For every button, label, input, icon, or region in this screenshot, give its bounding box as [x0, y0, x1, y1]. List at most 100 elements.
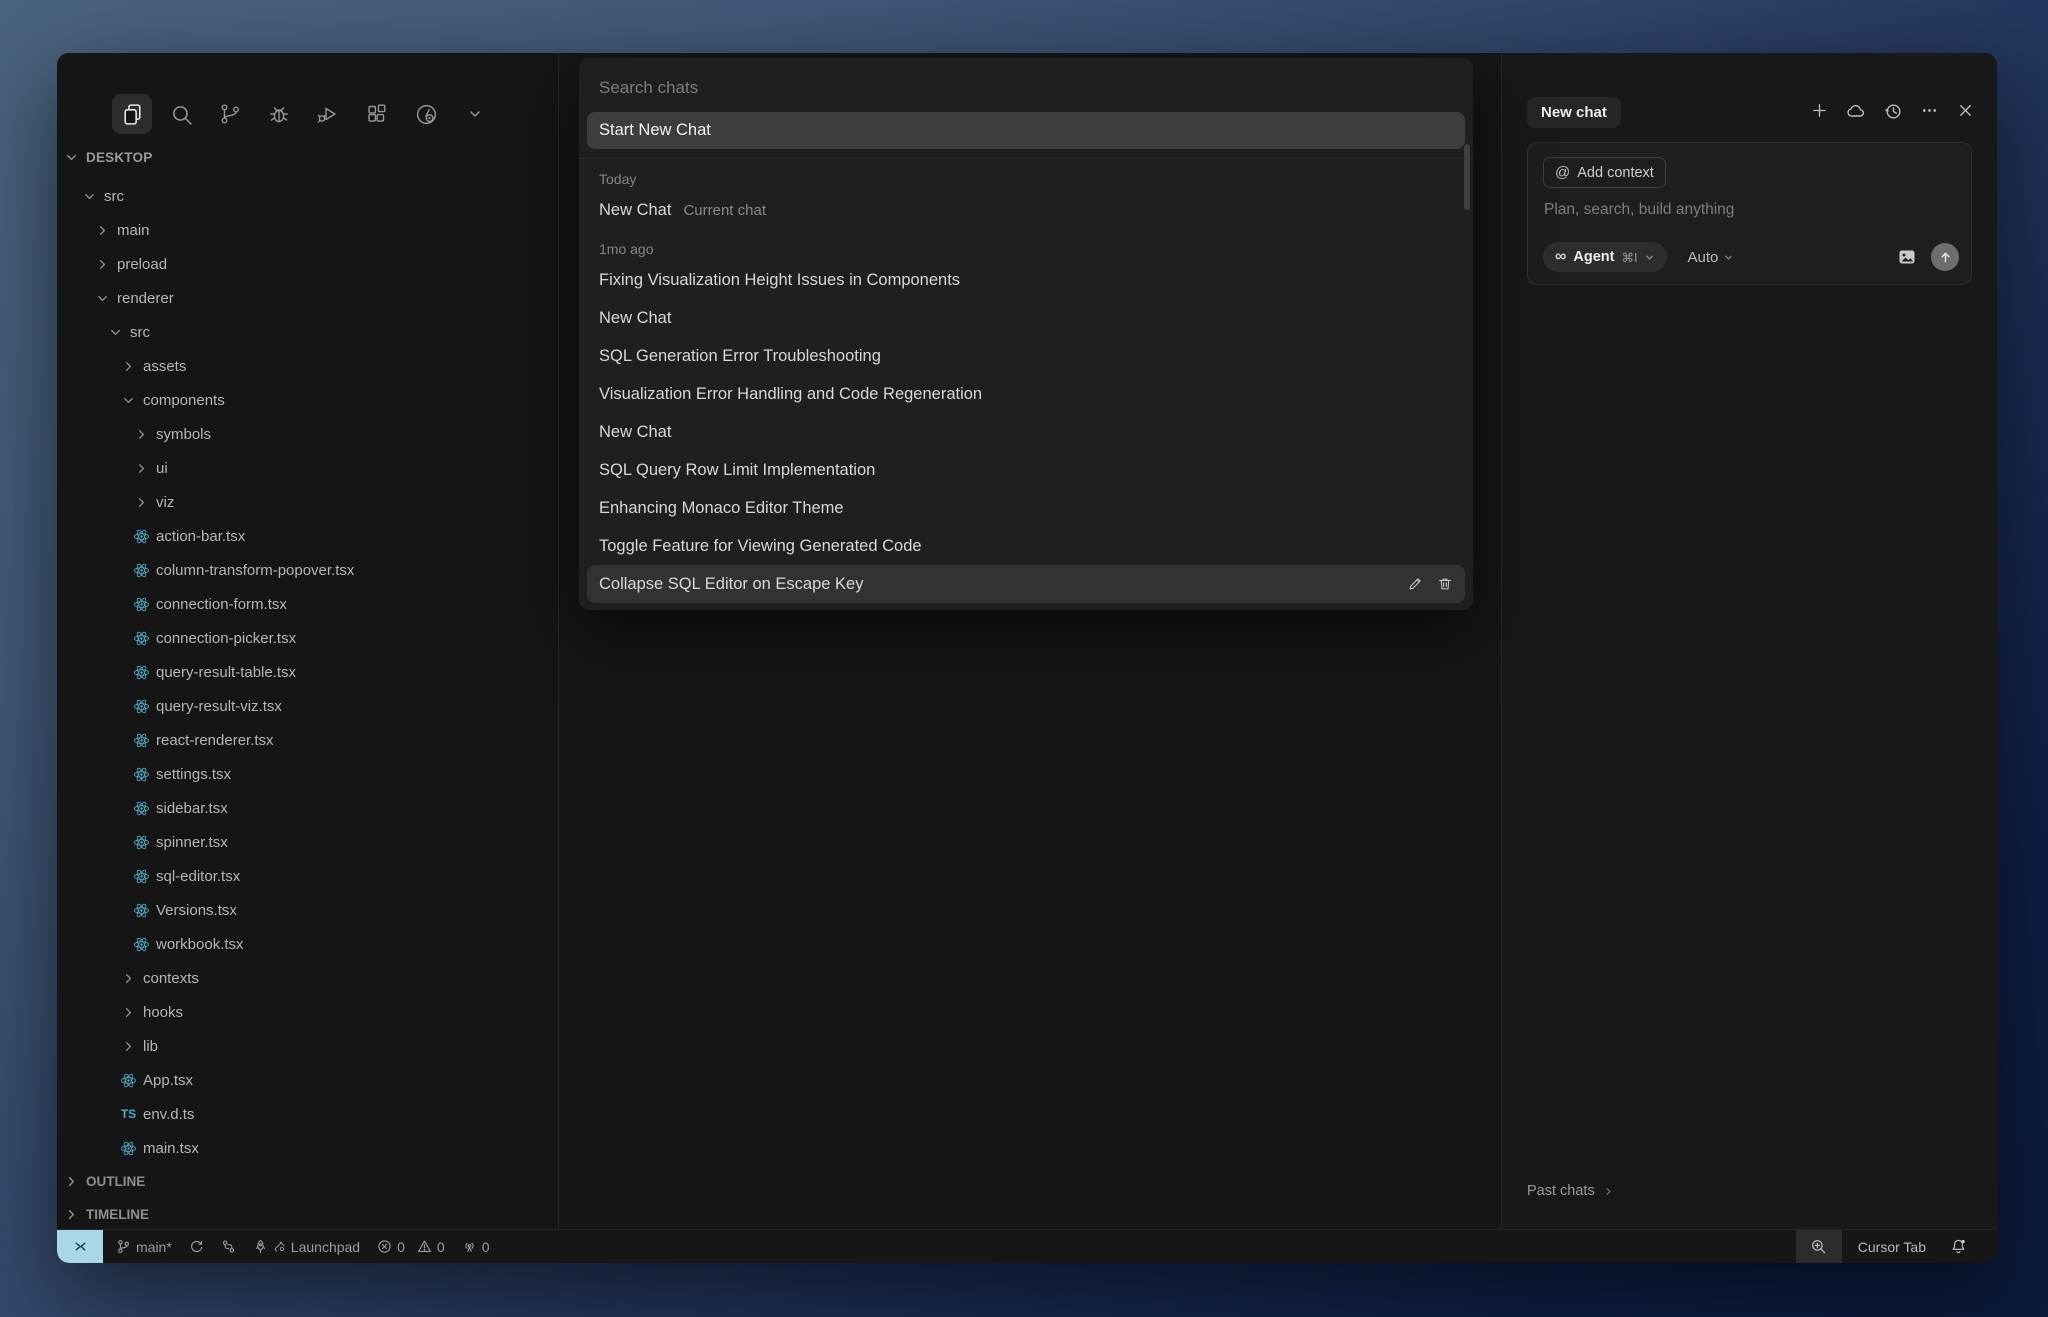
zoom-tool-button[interactable] — [1796, 1230, 1842, 1263]
chevron-right-icon — [63, 1206, 80, 1223]
tree-file-spinner.tsx[interactable]: spinner.tsx — [57, 825, 558, 859]
tree-folder-symbols[interactable]: symbols — [57, 417, 558, 451]
more-views-icon[interactable] — [455, 94, 495, 134]
tree-item-label: main — [117, 222, 150, 239]
tree-folder-preload[interactable]: preload — [57, 247, 558, 281]
tree-item-label: symbols — [156, 426, 211, 443]
tree-folder-main[interactable]: main — [57, 213, 558, 247]
git-branch-status[interactable]: main* — [116, 1239, 172, 1255]
source-control-icon[interactable] — [210, 94, 250, 134]
chat-list-item[interactable]: SQL Query Row Limit Implementation — [587, 451, 1465, 489]
tree-item-label: sidebar.tsx — [156, 800, 228, 817]
run-and-debug-icon[interactable] — [308, 94, 348, 134]
tree-file-env.d.ts[interactable]: TSenv.d.ts — [57, 1097, 558, 1131]
chat-list-item[interactable]: SQL Generation Error Troubleshooting — [587, 337, 1465, 375]
chevron-right-icon — [63, 1173, 80, 1190]
chat-list-item[interactable]: New Chat — [587, 299, 1465, 337]
attach-image-icon[interactable] — [1897, 247, 1917, 267]
tree-file-sidebar.tsx[interactable]: sidebar.tsx — [57, 791, 558, 825]
tree-file-sql-editor.tsx[interactable]: sql-editor.tsx — [57, 859, 558, 893]
tree-item-label: Versions.tsx — [156, 902, 237, 919]
history-search-icon[interactable] — [406, 94, 446, 134]
new-chat-tab-label: New chat — [1541, 104, 1607, 121]
tree-file-query-result-viz.tsx[interactable]: query-result-viz.tsx — [57, 689, 558, 723]
search-chats-input[interactable]: Search chats — [579, 58, 1473, 112]
add-context-button[interactable]: @ Add context — [1543, 157, 1666, 188]
tree-folder-src[interactable]: src — [57, 179, 558, 213]
git-compare-button[interactable] — [221, 1239, 236, 1254]
tree-folder-contexts[interactable]: contexts — [57, 961, 558, 995]
tree-file-settings.tsx[interactable]: settings.tsx — [57, 757, 558, 791]
chat-composer[interactable]: @ Add context Plan, search, build anythi… — [1527, 142, 1972, 285]
tree-file-column-transform-popover.tsx[interactable]: column-transform-popover.tsx — [57, 553, 558, 587]
tree-item-label: connection-form.tsx — [156, 596, 287, 613]
tree-file-Versions.tsx[interactable]: Versions.tsx — [57, 893, 558, 927]
react-file-icon — [133, 868, 150, 885]
explorer-icon[interactable] — [112, 94, 152, 134]
tree-file-action-bar.tsx[interactable]: action-bar.tsx — [57, 519, 558, 553]
tree-item-label: components — [143, 392, 225, 409]
explorer-section-desktop[interactable]: DESKTOP — [57, 141, 558, 174]
file-explorer: DESKTOP srcmainpreloadrenderersrcassetsc… — [57, 141, 558, 1231]
send-button[interactable] — [1931, 243, 1959, 271]
start-new-chat-item[interactable]: Start New Chat — [587, 112, 1465, 149]
remote-indicator[interactable] — [57, 1230, 103, 1263]
extensions-icon[interactable] — [357, 94, 397, 134]
chat-section-label: Today — [579, 159, 1473, 191]
chat-list-item[interactable]: Collapse SQL Editor on Escape Key — [587, 565, 1465, 603]
chat-panel-actions — [1810, 101, 1975, 121]
broadcast-status[interactable]: 0 — [462, 1239, 490, 1255]
chat-list-item[interactable]: Visualization Error Handling and Code Re… — [587, 375, 1465, 413]
tree-file-App.tsx[interactable]: App.tsx — [57, 1063, 558, 1097]
tree-file-workbook.tsx[interactable]: workbook.tsx — [57, 927, 558, 961]
cursor-tab-status[interactable]: Cursor Tab — [1858, 1239, 1926, 1255]
tree-item-label: react-renderer.tsx — [156, 732, 274, 749]
arrow-up-icon — [1938, 250, 1953, 265]
tree-folder-components[interactable]: components — [57, 383, 558, 417]
launchpad-status[interactable]: Launchpad — [253, 1239, 360, 1255]
tree-folder-hooks[interactable]: hooks — [57, 995, 558, 1029]
chat-list-item[interactable]: Toggle Feature for Viewing Generated Cod… — [587, 527, 1465, 565]
timeline-section[interactable]: TIMELINE — [57, 1198, 558, 1231]
activity-bar — [112, 94, 495, 134]
chat-list-item[interactable]: Enhancing Monaco Editor Theme — [587, 489, 1465, 527]
tree-file-main.tsx[interactable]: main.tsx — [57, 1131, 558, 1165]
agent-mode-selector[interactable]: ∞ Agent ⌘I — [1543, 242, 1667, 272]
chat-title: SQL Generation Error Troubleshooting — [599, 347, 881, 366]
chat-list-item[interactable]: New Chat — [587, 413, 1465, 451]
more-icon[interactable] — [1920, 101, 1939, 121]
sync-button[interactable] — [189, 1239, 204, 1254]
debug-icon[interactable] — [259, 94, 299, 134]
tree-file-connection-picker.tsx[interactable]: connection-picker.tsx — [57, 621, 558, 655]
chat-list-item[interactable]: New ChatCurrent chat — [587, 191, 1465, 229]
cloud-icon[interactable] — [1846, 101, 1866, 121]
tab-new-chat[interactable]: New chat — [1527, 97, 1621, 128]
tree-folder-src[interactable]: src — [57, 315, 558, 349]
modal-scrollbar[interactable] — [1464, 144, 1470, 210]
chat-title: New Chat — [599, 201, 671, 220]
tree-folder-lib[interactable]: lib — [57, 1029, 558, 1063]
tree-folder-ui[interactable]: ui — [57, 451, 558, 485]
tree-folder-renderer[interactable]: renderer — [57, 281, 558, 315]
chat-list-item[interactable]: Fixing Visualization Height Issues in Co… — [587, 261, 1465, 299]
tree-item-label: env.d.ts — [143, 1106, 194, 1123]
tree-file-query-result-table.tsx[interactable]: query-result-table.tsx — [57, 655, 558, 689]
tree-file-connection-form.tsx[interactable]: connection-form.tsx — [57, 587, 558, 621]
tree-folder-viz[interactable]: viz — [57, 485, 558, 519]
model-selector[interactable]: Auto — [1687, 249, 1734, 266]
chat-title: Enhancing Monaco Editor Theme — [599, 499, 844, 518]
close-icon[interactable] — [1956, 101, 1975, 121]
tree-file-react-renderer.tsx[interactable]: react-renderer.tsx — [57, 723, 558, 757]
edit-icon[interactable] — [1407, 576, 1423, 592]
notifications-bell-icon[interactable] — [1950, 1238, 1967, 1255]
tree-folder-assets[interactable]: assets — [57, 349, 558, 383]
chat-input-placeholder[interactable]: Plan, search, build anything — [1544, 201, 1734, 219]
problems-status[interactable]: 0 0 — [377, 1239, 445, 1255]
plus-icon[interactable] — [1810, 101, 1829, 121]
delete-icon[interactable] — [1437, 576, 1453, 592]
history-icon[interactable] — [1883, 101, 1903, 121]
past-chats-link[interactable]: Past chats — [1527, 1183, 1614, 1199]
outline-section[interactable]: OUTLINE — [57, 1165, 558, 1198]
search-icon[interactable] — [161, 94, 201, 134]
timeline-label: TIMELINE — [86, 1207, 149, 1222]
